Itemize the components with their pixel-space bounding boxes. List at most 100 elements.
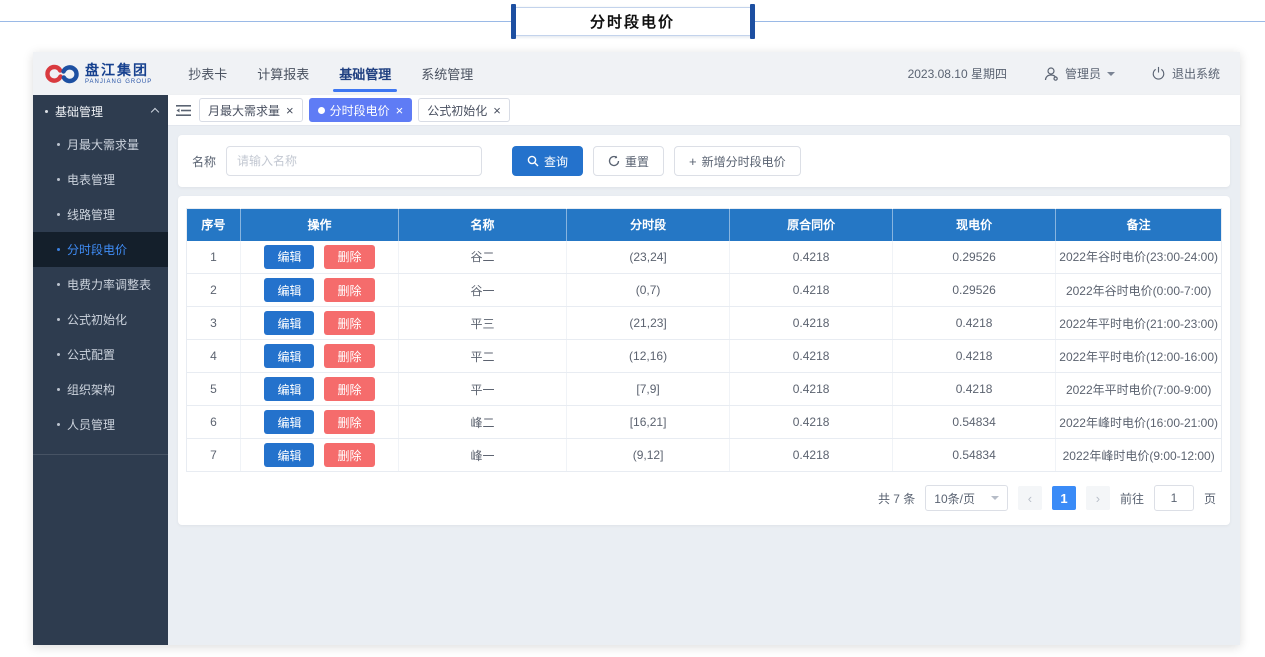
logo-text: 盘江集团 PANJIANG GROUP bbox=[85, 63, 152, 85]
tab-分时段电价[interactable]: 分时段电价 × bbox=[309, 98, 413, 122]
table-header-row: 序号操作名称分时段原合同价现电价备注 bbox=[187, 209, 1222, 241]
row-name-cell: 峰一 bbox=[399, 439, 567, 472]
row-index-cell: 3 bbox=[187, 307, 241, 340]
row-current-price-cell: 0.54834 bbox=[892, 439, 1056, 472]
row-contract-price-cell: 0.4218 bbox=[730, 274, 892, 307]
delete-button[interactable]: 删除 bbox=[324, 344, 374, 368]
refresh-icon bbox=[608, 155, 620, 167]
edit-button[interactable]: 编辑 bbox=[264, 377, 314, 401]
search-button[interactable]: 查询 bbox=[512, 146, 583, 176]
edit-button[interactable]: 编辑 bbox=[264, 410, 314, 434]
row-name-cell: 平二 bbox=[399, 340, 567, 373]
sidebar-item-人员管理[interactable]: 人员管理 bbox=[33, 407, 168, 442]
nav-item-基础管理[interactable]: 基础管理 bbox=[339, 52, 391, 95]
tab-公式初始化[interactable]: 公式初始化× bbox=[418, 98, 510, 122]
nav-item-系统管理[interactable]: 系统管理 bbox=[421, 52, 473, 95]
add-button-label: 新增分时段电价 bbox=[702, 153, 786, 170]
tab-bar: 月最大需求量×分时段电价×公式初始化× bbox=[168, 95, 1240, 126]
row-period-cell: (23,24] bbox=[566, 241, 730, 274]
reset-button[interactable]: 重置 bbox=[593, 146, 664, 176]
edit-button[interactable]: 编辑 bbox=[264, 311, 314, 335]
goto-page-unit: 页 bbox=[1204, 490, 1216, 507]
row-period-cell: [16,21] bbox=[566, 406, 730, 439]
annotation-title-box: 分时段电价 bbox=[513, 7, 753, 36]
column-header-名称: 名称 bbox=[399, 209, 567, 241]
add-button[interactable]: + 新增分时段电价 bbox=[674, 146, 801, 176]
edit-button[interactable]: 编辑 bbox=[264, 443, 314, 467]
sidebar-item-组织架构[interactable]: 组织架构 bbox=[33, 372, 168, 407]
row-period-cell: (9,12] bbox=[566, 439, 730, 472]
delete-button[interactable]: 删除 bbox=[324, 443, 374, 467]
column-header-操作: 操作 bbox=[240, 209, 398, 241]
filter-card: 名称 查询 bbox=[178, 135, 1230, 187]
delete-button[interactable]: 删除 bbox=[324, 377, 374, 401]
table-row: 3编辑删除平三(21,23]0.42180.42182022年平时电价(21:0… bbox=[187, 307, 1222, 340]
sidebar-item-公式配置[interactable]: 公式配置 bbox=[33, 337, 168, 372]
row-remark-cell: 2022年谷时电价(23:00-24:00) bbox=[1056, 241, 1222, 274]
table-card: 序号操作名称分时段原合同价现电价备注 1编辑删除谷二(23,24]0.42180… bbox=[178, 196, 1230, 525]
user-menu[interactable]: 管理员 bbox=[1043, 65, 1115, 82]
sidebar-item-线路管理[interactable]: 线路管理 bbox=[33, 197, 168, 232]
sidebar-item-label: 人员管理 bbox=[67, 416, 115, 433]
row-period-cell: [7,9] bbox=[566, 373, 730, 406]
row-index-cell: 1 bbox=[187, 241, 241, 274]
sidebar-item-label: 公式初始化 bbox=[67, 311, 127, 328]
sidebar-item-分时段电价[interactable]: 分时段电价 bbox=[33, 232, 168, 267]
tab-close-icon[interactable]: × bbox=[286, 104, 294, 117]
app-window: 盘江集团 PANJIANG GROUP 抄表卡计算报表基础管理系统管理 2023… bbox=[33, 52, 1240, 645]
tabs: 月最大需求量×分时段电价×公式初始化× bbox=[199, 98, 510, 122]
row-remark-cell: 2022年峰时电价(16:00-21:00) bbox=[1056, 406, 1222, 439]
delete-button[interactable]: 删除 bbox=[324, 410, 374, 434]
plus-icon: + bbox=[689, 155, 697, 168]
table-row: 7编辑删除峰一(9,12]0.42180.548342022年峰时电价(9:00… bbox=[187, 439, 1222, 472]
fold-menu-icon[interactable] bbox=[176, 104, 191, 117]
page-size-value: 10条/页 bbox=[934, 490, 975, 507]
main-nav: 抄表卡计算报表基础管理系统管理 bbox=[188, 52, 503, 95]
content-area: 名称 查询 bbox=[168, 126, 1240, 645]
sidebar-group-header[interactable]: 基础管理 bbox=[33, 95, 168, 127]
next-page-button[interactable]: › bbox=[1086, 486, 1110, 510]
prev-page-button[interactable]: ‹ bbox=[1018, 486, 1042, 510]
page-size-select[interactable]: 10条/页 bbox=[925, 485, 1008, 511]
row-contract-price-cell: 0.4218 bbox=[730, 241, 892, 274]
nav-item-计算报表[interactable]: 计算报表 bbox=[257, 52, 309, 95]
sidebar-item-电费力率调整表[interactable]: 电费力率调整表 bbox=[33, 267, 168, 302]
sidebar-item-电表管理[interactable]: 电表管理 bbox=[33, 162, 168, 197]
row-contract-price-cell: 0.4218 bbox=[730, 307, 892, 340]
delete-button[interactable]: 删除 bbox=[324, 311, 374, 335]
tab-close-icon[interactable]: × bbox=[493, 104, 501, 117]
row-name-cell: 谷一 bbox=[399, 274, 567, 307]
row-remark-cell: 2022年平时电价(21:00-23:00) bbox=[1056, 307, 1222, 340]
tab-close-icon[interactable]: × bbox=[396, 104, 404, 117]
row-name-cell: 平三 bbox=[399, 307, 567, 340]
app-header: 盘江集团 PANJIANG GROUP 抄表卡计算报表基础管理系统管理 2023… bbox=[33, 52, 1240, 95]
sidebar-item-公式初始化[interactable]: 公式初始化 bbox=[33, 302, 168, 337]
edit-button[interactable]: 编辑 bbox=[264, 245, 314, 269]
tab-label: 月最大需求量 bbox=[208, 102, 280, 119]
sidebar-item-label: 电费力率调整表 bbox=[67, 276, 151, 293]
row-current-price-cell: 0.54834 bbox=[892, 406, 1056, 439]
row-current-price-cell: 0.4218 bbox=[892, 373, 1056, 406]
edit-button[interactable]: 编辑 bbox=[264, 344, 314, 368]
goto-page-input[interactable] bbox=[1154, 485, 1194, 511]
sidebar-item-月最大需求量[interactable]: 月最大需求量 bbox=[33, 127, 168, 162]
row-index-cell: 5 bbox=[187, 373, 241, 406]
nav-item-抄表卡[interactable]: 抄表卡 bbox=[188, 52, 227, 95]
delete-button[interactable]: 删除 bbox=[324, 278, 374, 302]
delete-button[interactable]: 删除 bbox=[324, 245, 374, 269]
tab-月最大需求量[interactable]: 月最大需求量 × bbox=[199, 98, 303, 122]
logout-button[interactable]: 退出系统 bbox=[1151, 65, 1220, 82]
row-name-cell: 峰二 bbox=[399, 406, 567, 439]
annotation-bar-left bbox=[511, 4, 516, 39]
row-name-cell: 平一 bbox=[399, 373, 567, 406]
name-filter-input[interactable] bbox=[226, 146, 482, 176]
bullet-icon bbox=[57, 213, 60, 216]
table-row: 5编辑删除平一[7,9]0.42180.42182022年平时电价(7:00-9… bbox=[187, 373, 1222, 406]
page: 分时段电价 盘江集团 PANJIANG GROUP 抄表卡计算报表基础管理系统管… bbox=[0, 0, 1265, 657]
page-number-button[interactable]: 1 bbox=[1052, 486, 1076, 510]
row-index-cell: 4 bbox=[187, 340, 241, 373]
row-remark-cell: 2022年平时电价(7:00-9:00) bbox=[1056, 373, 1222, 406]
row-current-price-cell: 0.29526 bbox=[892, 241, 1056, 274]
tab-label: 分时段电价 bbox=[330, 102, 390, 119]
edit-button[interactable]: 编辑 bbox=[264, 278, 314, 302]
